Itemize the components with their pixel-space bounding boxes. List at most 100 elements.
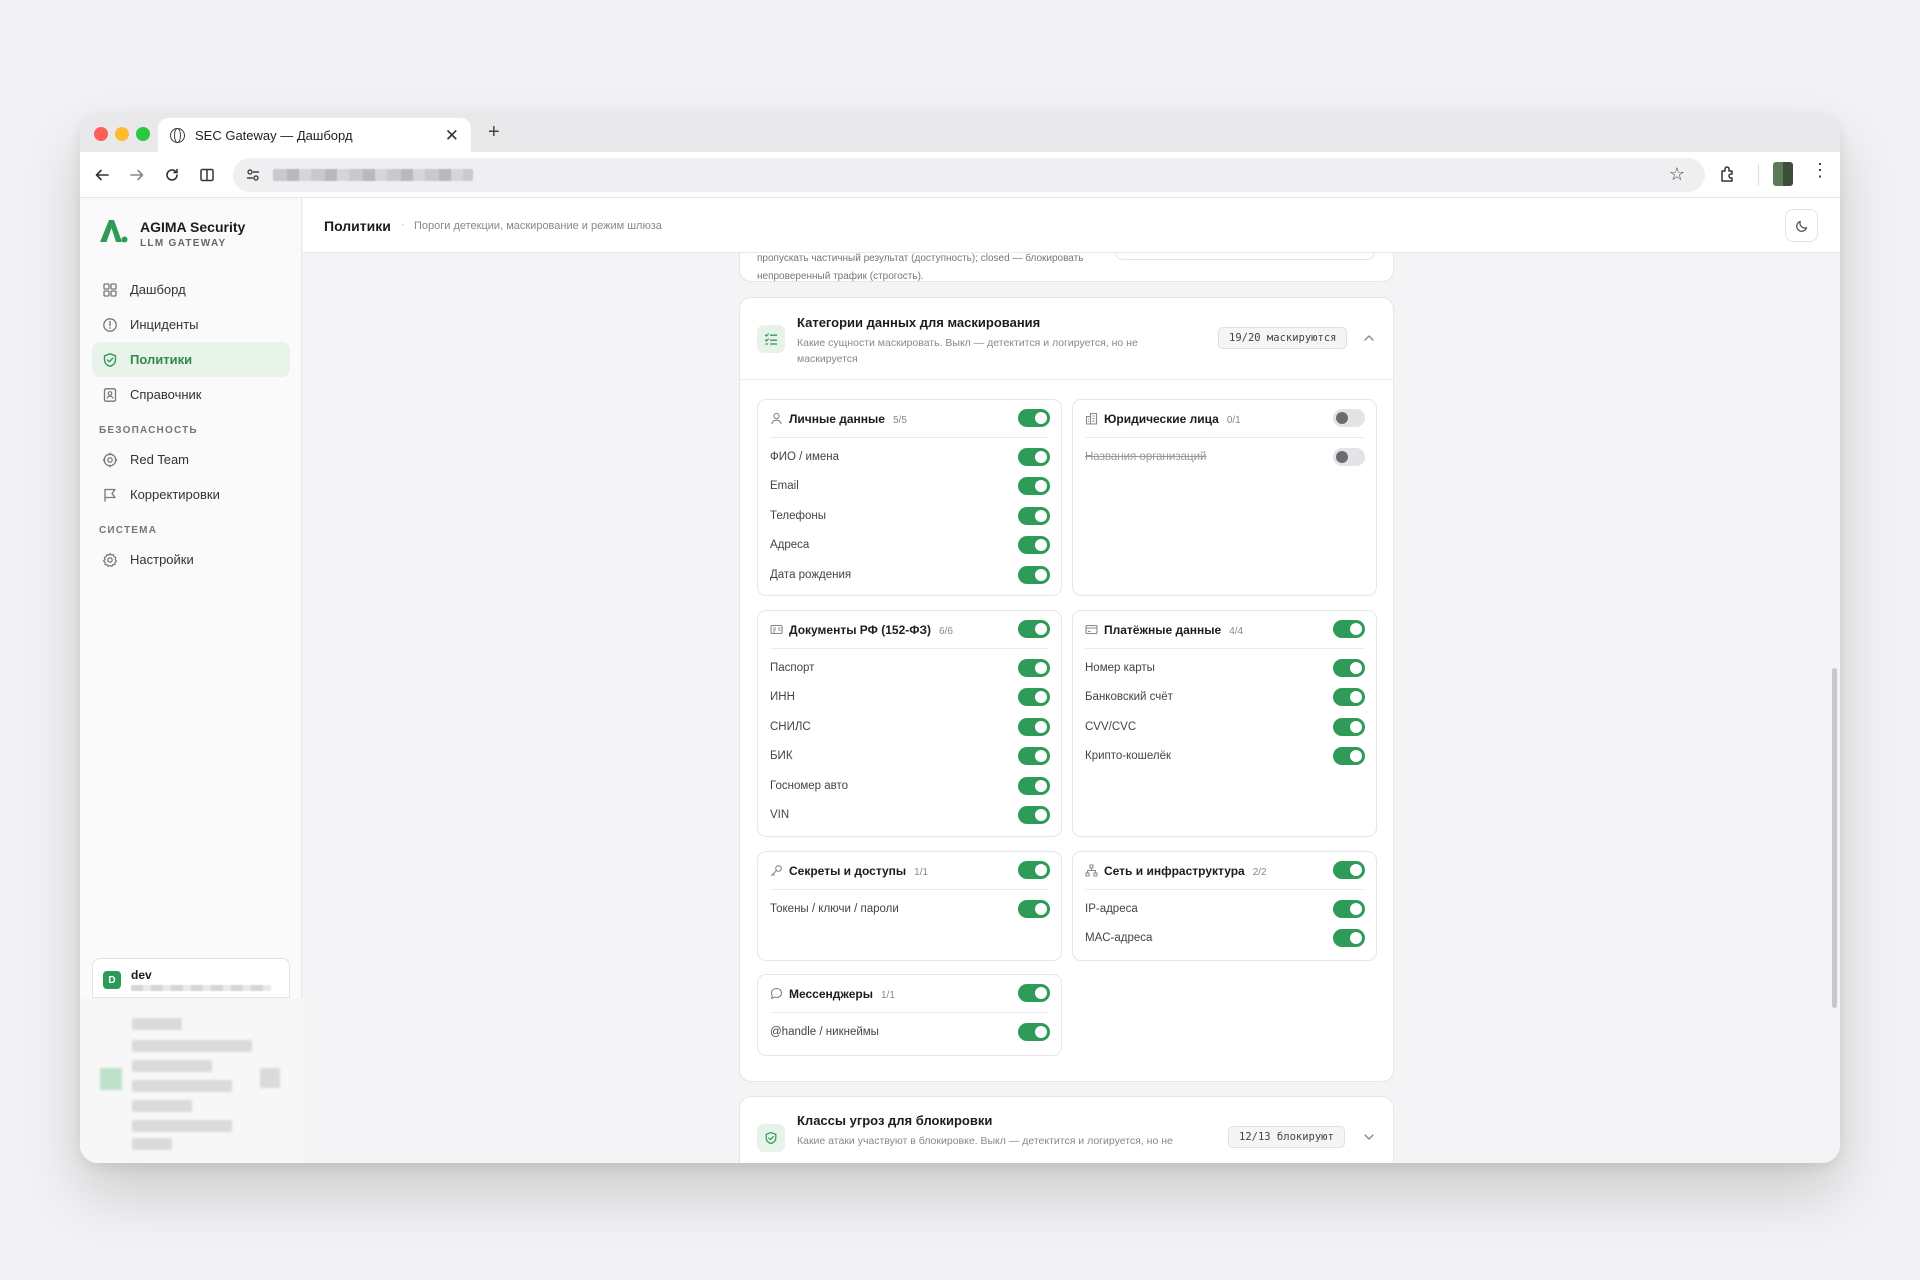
credit-card-icon [1085, 624, 1098, 635]
user-icon [771, 412, 782, 425]
sidebar-section-security: БЕЗОПАСНОСТЬ [99, 425, 198, 436]
sidebar-item-dashboard[interactable]: Дашборд [92, 272, 290, 307]
item-toggle[interactable] [1018, 507, 1050, 525]
list-item-label: MAC-адреса [1085, 932, 1153, 944]
item-toggle[interactable] [1018, 900, 1050, 918]
group-network: Сеть и инфраструктура 2/2 IP-адреса MAC-а… [1072, 851, 1377, 961]
minimize-window-button[interactable] [115, 127, 129, 141]
group-count: 0/1 [1226, 415, 1241, 426]
chevron-down-icon[interactable] [1362, 1130, 1376, 1144]
item-toggle[interactable] [1333, 929, 1365, 947]
group-toggle[interactable] [1018, 409, 1050, 427]
back-button[interactable] [89, 162, 115, 188]
group-toggle[interactable] [1333, 620, 1365, 638]
close-window-button[interactable] [94, 127, 108, 141]
chevron-up-icon[interactable] [1362, 331, 1376, 345]
avatar: D [103, 971, 121, 989]
group-toggle[interactable] [1018, 861, 1050, 879]
sidebar-item-corrections[interactable]: Корректировки [92, 477, 290, 512]
divider [1085, 889, 1364, 890]
divider [770, 1012, 1049, 1013]
arrow-left-icon [95, 169, 109, 181]
list-item-label: Названия организаций [1085, 451, 1207, 463]
group-toggle[interactable] [1018, 984, 1050, 1002]
user-card[interactable]: D dev [92, 958, 290, 998]
sidebar-item-label: Настройки [130, 552, 194, 567]
sidebar: AGIMA Security LLM GATEWAY Дашборд Инцид… [80, 198, 305, 1163]
item-toggle[interactable] [1018, 659, 1050, 677]
reload-button[interactable] [159, 162, 185, 188]
site-settings-icon[interactable] [245, 167, 261, 183]
tab-close-button[interactable]: ✕ [445, 127, 459, 144]
item-toggle[interactable] [1333, 659, 1365, 677]
group-count: 2/2 [1252, 867, 1267, 878]
list-item-label: СНИЛС [770, 721, 811, 733]
group-payment-data: Платёжные данные 4/4 Номер карты Банковск… [1072, 610, 1377, 837]
item-toggle[interactable] [1333, 747, 1365, 765]
building-icon [1085, 412, 1098, 425]
item-toggle[interactable] [1018, 777, 1050, 795]
group-title: Сеть и инфраструктура 2/2 [1104, 864, 1267, 878]
item-toggle[interactable] [1018, 536, 1050, 554]
user-detail-redacted [131, 985, 271, 991]
item-toggle[interactable] [1018, 477, 1050, 495]
previous-card-input[interactable] [1115, 253, 1375, 260]
item-toggle[interactable] [1333, 718, 1365, 736]
masking-card-description: Какие сущности маскировать. Выкл — детек… [797, 337, 1138, 365]
item-toggle[interactable] [1018, 448, 1050, 466]
list-item-label: Банковский счёт [1085, 691, 1173, 703]
browser-menu-icon[interactable]: ⋮ [1811, 161, 1829, 179]
sidebar-item-reference[interactable]: Справочник [92, 377, 290, 412]
previous-card-text: пропускать частичный результат (доступно… [757, 253, 1084, 282]
split-view-button[interactable] [194, 162, 220, 188]
forward-button[interactable] [124, 162, 150, 188]
tab-strip: SEC Gateway — Дашборд ✕ + [80, 115, 1840, 152]
list-item-label: Адреса [770, 539, 810, 551]
key-icon [770, 865, 782, 877]
item-toggle[interactable] [1018, 747, 1050, 765]
group-toggle[interactable] [1333, 409, 1365, 427]
previous-settings-card: пропускать частичный результат (доступно… [739, 253, 1394, 282]
masking-card-header[interactable]: Категории данных для маскирования Какие … [740, 298, 1393, 380]
group-toggle[interactable] [1333, 861, 1365, 879]
globe-icon [170, 127, 185, 143]
shield-check-icon [103, 352, 117, 367]
new-tab-button[interactable]: + [488, 121, 500, 144]
bookmark-star-icon[interactable]: ☆ [1669, 164, 1685, 185]
group-title: Платёжные данные 4/4 [1104, 623, 1244, 637]
sidebar-item-label: Дашборд [130, 282, 186, 297]
address-bar[interactable]: ☆ [233, 158, 1705, 192]
divider [770, 889, 1049, 890]
list-item-label: Токены / ключи / пароли [770, 903, 899, 915]
content-scrollbar[interactable] [1832, 668, 1837, 1008]
sidebar-item-settings[interactable]: Настройки [92, 542, 290, 577]
item-toggle[interactable] [1018, 1023, 1050, 1041]
contact-book-icon [103, 387, 117, 402]
sidebar-item-red-team[interactable]: Red Team [92, 442, 290, 477]
item-toggle[interactable] [1018, 718, 1050, 736]
threats-card-title: Классы угроз для блокировки [797, 1113, 993, 1128]
item-toggle[interactable] [1333, 448, 1365, 466]
chat-bubble-icon [770, 987, 783, 1000]
profile-avatar[interactable] [1773, 162, 1793, 186]
item-toggle[interactable] [1333, 688, 1365, 706]
masking-categories-card: Категории данных для маскирования Какие … [739, 297, 1394, 1082]
theme-toggle-button[interactable] [1785, 209, 1818, 242]
list-item-label: ФИО / имена [770, 451, 840, 463]
sidebar-item-incidents[interactable]: Инциденты [92, 307, 290, 342]
list-item-label: Крипто-кошелёк [1085, 750, 1172, 762]
brand[interactable]: AGIMA Security LLM GATEWAY [98, 216, 245, 249]
gear-icon [103, 552, 118, 567]
item-toggle[interactable] [1018, 688, 1050, 706]
item-toggle[interactable] [1018, 806, 1050, 824]
crosshair-icon [102, 452, 118, 467]
item-toggle[interactable] [1018, 566, 1050, 584]
item-toggle[interactable] [1333, 900, 1365, 918]
maximize-window-button[interactable] [136, 127, 150, 141]
sidebar-item-policies[interactable]: Политики [92, 342, 290, 377]
tab-title: SEC Gateway — Дашборд [195, 127, 353, 143]
extensions-icon[interactable] [1717, 163, 1739, 185]
group-toggle[interactable] [1018, 620, 1050, 638]
threat-classes-card[interactable]: Классы угроз для блокировки Какие атаки … [739, 1096, 1394, 1163]
browser-tab[interactable]: SEC Gateway — Дашборд ✕ [158, 118, 471, 152]
